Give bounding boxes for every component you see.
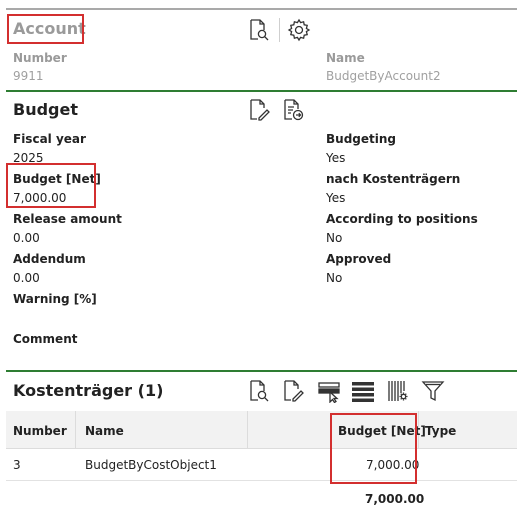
document-search-icon[interactable] [247,18,271,42]
account-icon-separator [279,18,280,42]
table-row[interactable] [6,449,517,480]
warning-label: Warning [%] [13,292,97,306]
document-edit-icon[interactable] [247,98,271,122]
nach-kostentraegern-label: nach Kostenträgern [326,172,461,186]
budget-title: Budget [13,100,78,119]
comment-label: Comment [13,332,78,346]
account-top-divider [6,8,517,10]
column-separator[interactable] [75,411,76,449]
document-forward-icon[interactable] [281,98,305,122]
budgeting-value: Yes [326,151,346,165]
addendum-label: Addendum [13,252,86,266]
row-divider [6,480,517,481]
filter-icon[interactable] [421,379,445,403]
cost-objects-title: Kostenträger (1) [13,381,164,400]
account-name-value: BudgetByAccount2 [326,69,441,83]
addendum-value: 0.00 [13,271,40,285]
list-view-icon[interactable] [351,379,375,403]
nach-kostentraegern-value: Yes [326,191,346,205]
account-title-highlight [7,14,84,44]
account-number-label: Number [13,51,67,65]
fiscal-year-label: Fiscal year [13,132,86,146]
release-amount-label: Release amount [13,212,122,226]
column-header-name[interactable]: Name [85,424,124,438]
document-edit-icon[interactable] [281,379,305,403]
budget-divider [6,90,517,92]
account-number-value: 9911 [13,69,44,83]
account-name-label: Name [326,51,365,65]
row-number-cell: 3 [13,458,21,472]
column-header-type[interactable]: Type [425,424,456,438]
document-search-icon[interactable] [247,379,271,403]
column-separator[interactable] [247,411,248,449]
approved-label: Approved [326,252,392,266]
gear-icon[interactable] [287,18,311,42]
column-header-number[interactable]: Number [13,424,67,438]
column-settings-icon[interactable] [386,379,410,403]
budget-net-highlight [6,163,96,208]
release-amount-value: 0.00 [13,231,40,245]
budgeting-label: Budgeting [326,132,396,146]
approved-value: No [326,271,343,285]
according-to-positions-value: No [326,231,343,245]
row-name-cell: BudgetByCostObject1 [85,458,217,472]
budget-total: 7,000.00 [365,492,425,506]
select-rows-icon[interactable] [317,379,341,403]
budget-column-highlight [330,413,417,484]
cost-objects-divider [6,370,517,372]
according-to-positions-label: According to positions [326,212,478,226]
